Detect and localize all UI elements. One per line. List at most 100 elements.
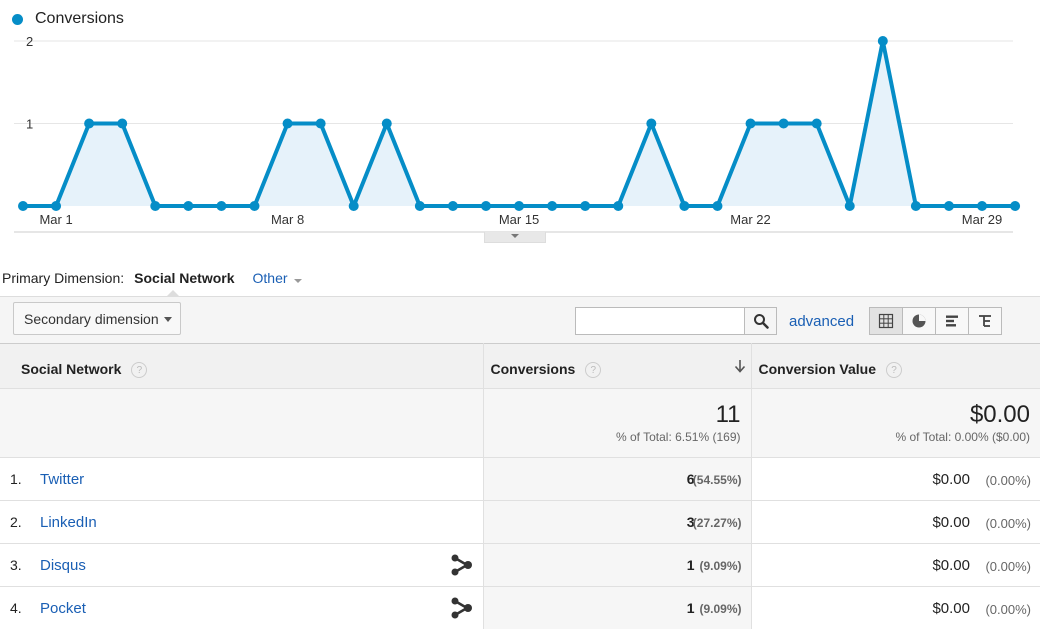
other-caret-icon [293,279,302,283]
x-tick-label: Mar 15 [499,212,539,227]
data-point [414,201,425,211]
chevron-down-icon [164,317,172,322]
col-header-label: Conversion Value [758,361,876,377]
row-link-disqus[interactable]: Disqus [40,557,86,574]
pie-view-button[interactable] [902,307,936,335]
y-tick-label: 1 [26,117,33,132]
search-button[interactable] [744,307,777,335]
social-share-icon[interactable] [450,597,474,619]
totals-value: $0.00 [969,401,1030,428]
data-point [712,201,723,211]
row-link-twitter[interactable]: Twitter [40,471,84,488]
data-point [580,201,591,211]
col-header-conversion-value[interactable]: Conversion Value? [751,343,1040,389]
primary-dimension-other[interactable]: Other [253,270,302,286]
x-tick-label: Mar 1 [39,212,72,227]
chart-svg: 2 1 Mar 1 Mar 8 Mar 15 Mar 22 Mar 29 [14,34,1021,233]
x-tick-label: Mar 8 [271,212,304,227]
data-point [811,118,822,129]
data-point [216,201,227,211]
row-value-pct: (0.00%) [985,516,1031,531]
data-point [381,118,392,129]
other-label: Other [252,270,288,286]
table-row: 3. Disqus 1 (9.09%) $0.00 (0.00%) [0,543,1040,587]
row-name-cell: 2. LinkedIn [0,500,484,544]
row-value-cell: $0.00 (0.00%) [751,543,1040,587]
primary-dimension-bar: Primary Dimension: Social Network Other [2,270,302,286]
table-view-button[interactable] [869,307,903,335]
secondary-dimension-label: Secondary dimension [24,310,159,327]
row-value: $0.00 [932,514,970,531]
bar-icon [946,315,958,327]
totals-conversions-cell: 11 % of Total: 6.51% (169) [483,388,752,458]
data-point [117,118,128,129]
data-point [943,201,954,211]
data-point [844,201,855,211]
totals-label-cell [0,388,484,458]
col-header-label: Conversions [490,361,576,377]
data-point [18,201,28,211]
data-point [315,118,326,129]
row-name-cell: 3. Disqus [0,543,484,587]
data-point [910,201,921,211]
totals-value-pct: % of Total: 0.00% ($0.00) [895,430,1030,444]
row-value-pct: (0.00%) [985,473,1031,488]
pie-icon [912,314,926,328]
row-value-cell: $0.00 (0.00%) [751,586,1040,629]
social-share-icon[interactable] [450,554,474,576]
totals-value-cell: $0.00 % of Total: 0.00% ($0.00) [751,388,1040,458]
row-value-cell: $0.00 (0.00%) [751,500,1040,544]
bar-view-button[interactable] [935,307,969,335]
help-icon[interactable]: ? [585,362,602,379]
row-value: $0.00 [932,557,970,574]
data-point [249,201,260,211]
row-name-cell: 4. Pocket [0,586,484,629]
help-icon[interactable]: ? [885,362,902,379]
chart-collapse-handle[interactable] [484,232,546,243]
help-icon[interactable]: ? [131,362,148,379]
chart-legend: Conversions [12,10,124,28]
pivot-view-button[interactable] [968,307,1002,335]
row-conversions: 1 [686,557,695,573]
search-icon [753,314,769,329]
table-header-row: Social Network? Conversions? Conversion … [0,343,1040,389]
row-name-cell: 1. Twitter [0,457,484,501]
advanced-link[interactable]: advanced [789,313,854,330]
row-conversions-pct: (9.09%) [699,602,742,616]
col-header-label: Social Network [21,361,122,377]
data-point [679,201,690,211]
row-link-linkedin[interactable]: LinkedIn [40,514,97,531]
row-value-cell: $0.00 (0.00%) [751,457,1040,501]
row-index: 2. [10,514,22,530]
primary-dimension-active[interactable]: Social Network [134,270,234,286]
primary-dimension-label: Primary Dimension: [2,270,125,286]
data-point [282,118,293,129]
data-point [84,118,95,129]
row-conversions-cell: 1 (9.09%) [483,543,752,587]
conversions-chart: 2 1 Mar 1 Mar 8 Mar 15 Mar 22 Mar 29 Conversio… [0,0,1040,245]
col-header-conversions[interactable]: Conversions? [483,343,752,389]
legend-dot-icon [12,13,23,25]
totals-row: 11 % of Total: 6.51% (169) $0.00 % of To… [0,388,1040,458]
row-link-pocket[interactable]: Pocket [40,600,86,617]
row-conversions-cell: 3 (27.27%) [483,500,752,544]
row-conversions-pct: (9.09%) [699,559,742,573]
data-point [51,201,62,211]
totals-conversions-pct: % of Total: 6.51% (169) [615,430,741,444]
data-point [150,201,161,211]
table-icon [878,313,894,329]
col-header-social-network[interactable]: Social Network? [0,343,484,389]
secondary-dimension-button[interactable]: Secondary dimension [13,302,181,335]
row-value-pct: (0.00%) [985,602,1031,617]
table-row: 2. LinkedIn 3 (27.27%) $0.00 (0.00%) [0,500,1040,544]
row-index: 4. [10,600,22,616]
pivot-icon [979,315,991,327]
data-point [547,201,558,211]
data-point [778,118,789,129]
data-point [613,201,624,211]
data-point [977,201,988,211]
row-conversions-cell: 1 (9.09%) [483,586,752,629]
search-input[interactable] [575,307,745,335]
totals-conversions: 11 [715,401,741,428]
row-conversions-pct: (27.27%) [692,516,742,530]
